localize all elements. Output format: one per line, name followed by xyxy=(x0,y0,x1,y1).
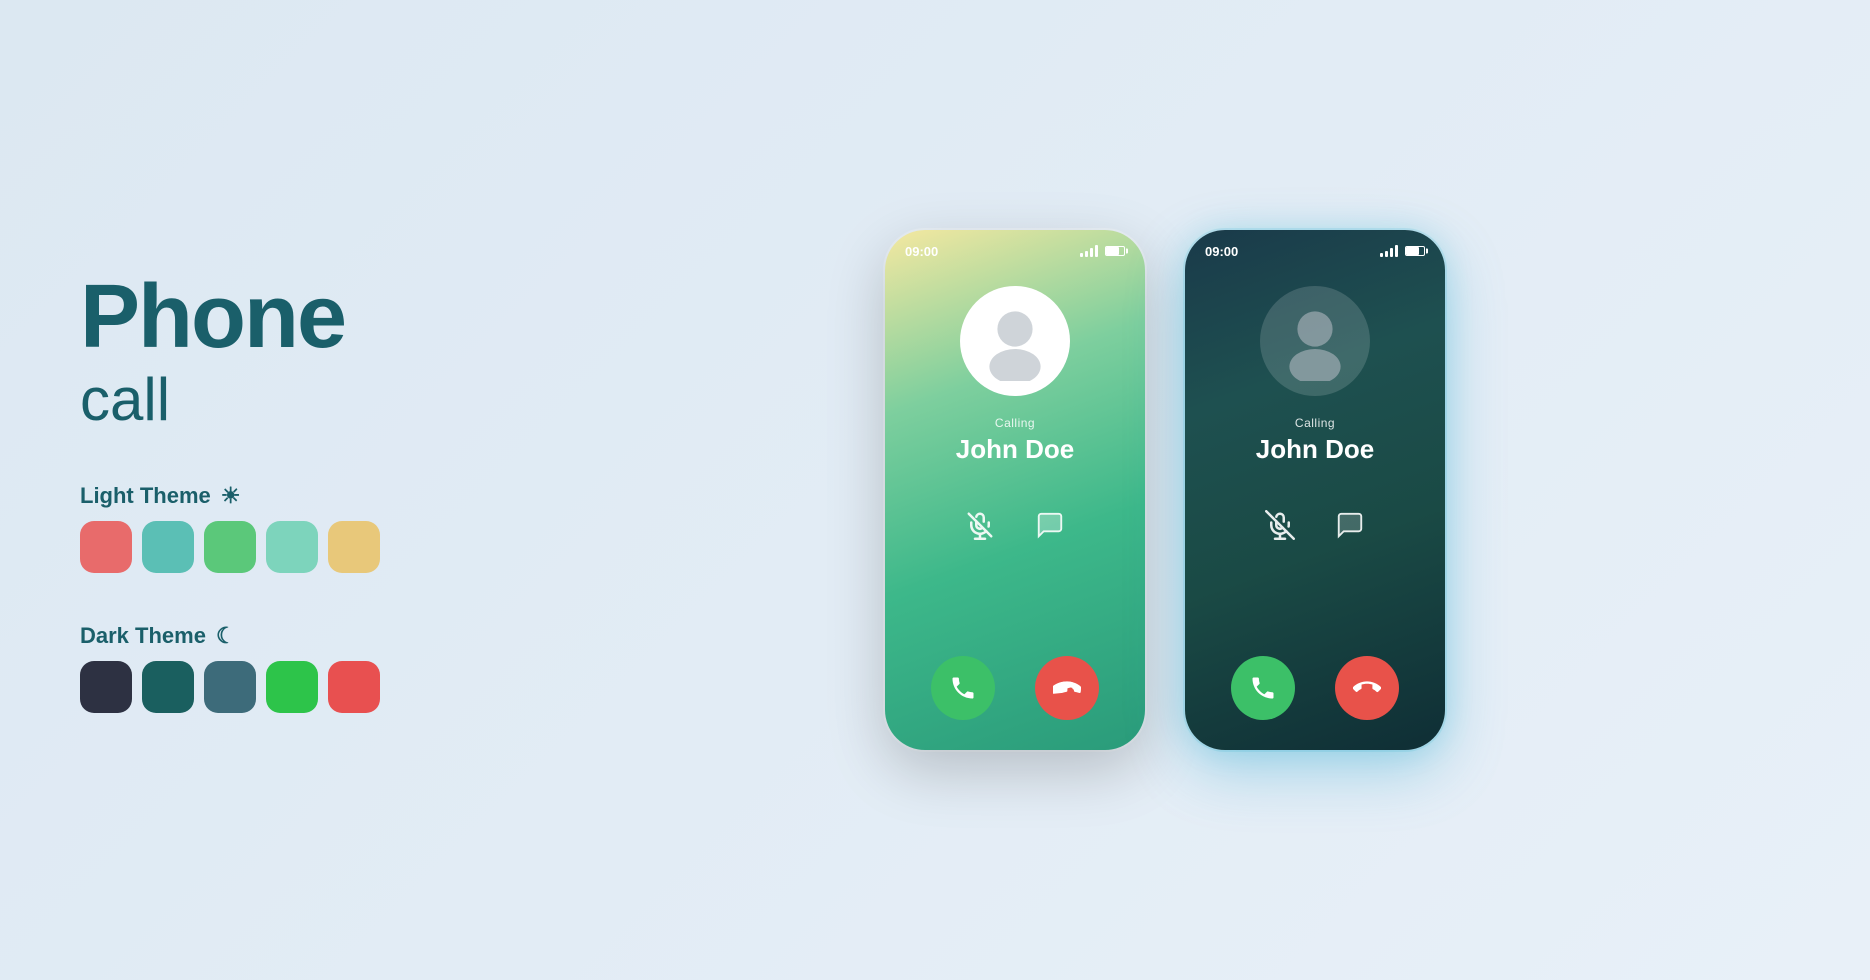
decline-call-btn-light[interactable] xyxy=(1035,656,1099,720)
phone-dark: 09:00 xyxy=(1185,230,1445,750)
status-icons-light xyxy=(1080,245,1125,257)
signal-bar-d2 xyxy=(1385,251,1388,257)
moon-icon: ☾ xyxy=(216,623,236,649)
avatar-icon-light xyxy=(975,301,1055,381)
signal-bar-3 xyxy=(1090,248,1093,257)
phone-accept-icon-dark xyxy=(1249,674,1277,702)
dark-theme-label: Dark Theme ☾ xyxy=(80,623,460,649)
signal-bars-light xyxy=(1080,245,1098,257)
status-time-light: 09:00 xyxy=(905,244,938,259)
caller-name-dark: John Doe xyxy=(1256,434,1374,465)
calling-label-dark: Calling xyxy=(1295,416,1335,430)
phones-container: 09:00 xyxy=(540,0,1790,980)
dark-theme-swatches xyxy=(80,661,460,713)
signal-bar-4 xyxy=(1095,245,1098,257)
avatar-dark xyxy=(1260,286,1370,396)
message-svg-light xyxy=(1035,510,1065,540)
phone-light: 09:00 xyxy=(885,230,1145,750)
message-icon-light[interactable] xyxy=(1030,505,1070,545)
title-phone: Phone xyxy=(80,268,460,367)
mute-icon-light[interactable] xyxy=(960,505,1000,545)
accept-call-btn-dark[interactable] xyxy=(1231,656,1295,720)
calling-label-light: Calling xyxy=(995,416,1035,430)
dark-swatch-1 xyxy=(80,661,132,713)
status-bar-dark: 09:00 xyxy=(1185,230,1445,266)
signal-bar-2 xyxy=(1085,251,1088,257)
dark-swatch-3 xyxy=(204,661,256,713)
battery-icon-dark xyxy=(1405,246,1425,256)
dark-swatch-5 xyxy=(328,661,380,713)
light-swatch-3 xyxy=(204,521,256,573)
battery-fill-dark xyxy=(1406,247,1419,255)
caller-name-light: John Doe xyxy=(956,434,1074,465)
signal-bar-d4 xyxy=(1395,245,1398,257)
light-swatch-5 xyxy=(328,521,380,573)
signal-bar-d3 xyxy=(1390,248,1393,257)
light-swatch-4 xyxy=(266,521,318,573)
page-container: Phone call Light Theme ☀ Dark Theme ☾ xyxy=(0,0,1870,980)
light-theme-section: Light Theme ☀ xyxy=(80,483,460,573)
light-swatch-1 xyxy=(80,521,132,573)
message-svg-dark xyxy=(1335,510,1365,540)
call-buttons-dark xyxy=(1231,656,1399,720)
title-block: Phone call xyxy=(80,268,460,433)
mute-icon-dark[interactable] xyxy=(1260,505,1300,545)
message-icon-dark[interactable] xyxy=(1330,505,1370,545)
avatar-icon-dark xyxy=(1275,301,1355,381)
mute-svg xyxy=(965,510,995,540)
action-icons-light xyxy=(960,505,1070,545)
dark-swatch-2 xyxy=(142,661,194,713)
signal-bar-1 xyxy=(1080,253,1083,257)
phone-content-dark: Calling John Doe xyxy=(1185,266,1445,750)
status-icons-dark xyxy=(1380,245,1425,257)
light-theme-text: Light Theme xyxy=(80,483,211,509)
signal-bars-dark xyxy=(1380,245,1398,257)
light-theme-swatches xyxy=(80,521,460,573)
battery-icon-light xyxy=(1105,246,1125,256)
status-bar-light: 09:00 xyxy=(885,230,1145,266)
phone-accept-icon-light xyxy=(949,674,977,702)
sun-icon: ☀ xyxy=(221,483,241,509)
mute-svg-dark xyxy=(1265,510,1295,540)
accept-call-btn-light[interactable] xyxy=(931,656,995,720)
action-icons-dark xyxy=(1260,505,1370,545)
dark-theme-text: Dark Theme xyxy=(80,623,206,649)
light-theme-label: Light Theme ☀ xyxy=(80,483,460,509)
call-buttons-light xyxy=(931,656,1099,720)
decline-call-btn-dark[interactable] xyxy=(1335,656,1399,720)
dark-theme-section: Dark Theme ☾ xyxy=(80,623,460,713)
title-call: call xyxy=(80,367,460,433)
signal-bar-d1 xyxy=(1380,253,1383,257)
phone-content-light: Calling John Doe xyxy=(885,266,1145,750)
battery-fill-light xyxy=(1106,247,1119,255)
left-panel: Phone call Light Theme ☀ Dark Theme ☾ xyxy=(80,268,460,713)
phone-decline-icon-dark xyxy=(1353,674,1381,702)
dark-swatch-4 xyxy=(266,661,318,713)
avatar-light xyxy=(960,286,1070,396)
status-time-dark: 09:00 xyxy=(1205,244,1238,259)
light-swatch-2 xyxy=(142,521,194,573)
phone-decline-icon-light xyxy=(1053,674,1081,702)
